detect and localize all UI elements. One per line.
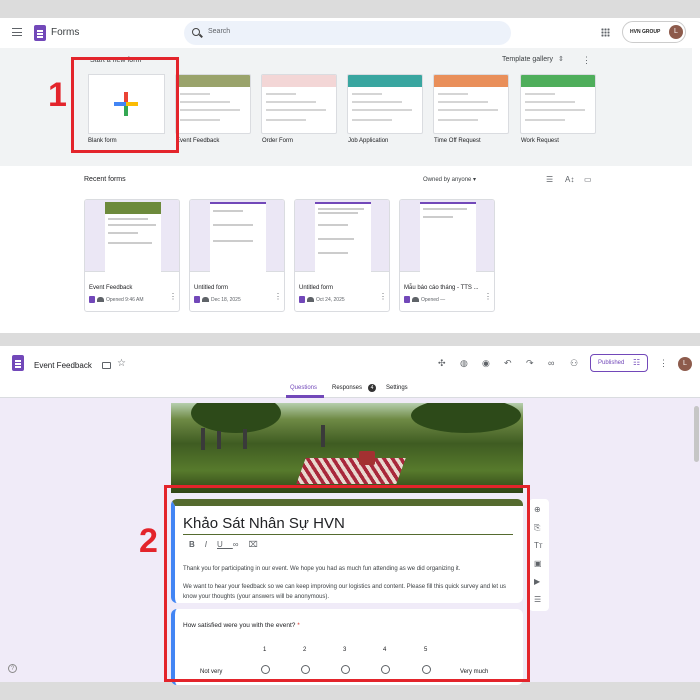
- search-placeholder: Search: [208, 28, 231, 35]
- publish-label: Published: [598, 360, 625, 366]
- add-section-icon[interactable]: ☰: [534, 595, 541, 604]
- import-questions-icon[interactable]: ⎘: [534, 523, 540, 533]
- shared-icon: [202, 297, 209, 302]
- more-vert-icon[interactable]: ⋮: [169, 292, 177, 301]
- document-title[interactable]: Event Feedback: [34, 361, 92, 370]
- app-title: Forms: [51, 27, 80, 38]
- shared-icon: [412, 297, 419, 302]
- header-image: [171, 403, 523, 493]
- app-header: Forms Search HVN GROUP L: [0, 18, 700, 48]
- star-icon[interactable]: ☆: [117, 358, 126, 369]
- template-time-off-request[interactable]: [433, 74, 509, 134]
- template-gallery-button[interactable]: Template gallery: [502, 56, 553, 63]
- template-order-form[interactable]: [261, 74, 337, 134]
- recent-form-meta: Dec 18, 2025: [194, 296, 241, 303]
- addon-puzzle-icon[interactable]: ✣: [438, 358, 446, 369]
- template-label: Work Request: [521, 138, 559, 144]
- main-menu-icon[interactable]: [12, 28, 22, 36]
- add-question-icon[interactable]: ⊕: [534, 505, 541, 514]
- highlight-box-form-editor: [164, 485, 530, 682]
- step-number-2: 2: [139, 522, 158, 560]
- responses-count-badge: 4: [368, 384, 376, 392]
- template-work-request[interactable]: [520, 74, 596, 134]
- recent-form-card[interactable]: Untitled form Oct 24, 2025 ⋮: [294, 199, 390, 312]
- expand-icon[interactable]: ⇕: [558, 55, 564, 63]
- publish-options-icon: ☷: [633, 358, 641, 367]
- search-input[interactable]: Search: [184, 21, 511, 45]
- recent-form-title: Untitled form: [299, 285, 334, 291]
- more-vert-icon[interactable]: ⋮: [274, 292, 282, 301]
- forms-logo-icon: [299, 296, 305, 303]
- recent-form-meta: Oct 24, 2025: [299, 296, 345, 303]
- apps-grid-icon[interactable]: [601, 28, 610, 37]
- avatar: L: [669, 25, 683, 39]
- highlight-box-blank-form: [71, 57, 179, 153]
- recent-form-card[interactable]: Event Feedback Opened 9:46 AM ⋮: [84, 199, 180, 312]
- add-image-icon[interactable]: ▣: [534, 559, 542, 568]
- link-icon[interactable]: ∞: [548, 358, 554, 368]
- forms-logo-icon: [404, 296, 410, 303]
- palette-icon[interactable]: ◍: [460, 358, 468, 369]
- active-tab-indicator: [286, 395, 324, 398]
- redo-icon[interactable]: ↷: [526, 358, 534, 369]
- account-switcher[interactable]: HVN GROUP L: [622, 21, 686, 43]
- forms-logo-icon: [194, 296, 200, 303]
- forms-logo-icon: [89, 296, 95, 303]
- preview-eye-icon[interactable]: ◉: [482, 358, 490, 369]
- forms-logo-icon: [34, 25, 46, 41]
- forms-logo-icon[interactable]: [12, 355, 24, 371]
- recent-form-meta: Opened —: [404, 296, 445, 303]
- org-logo-text: HVN GROUP: [630, 29, 661, 35]
- tab-responses[interactable]: Responses: [332, 385, 362, 391]
- more-vert-icon[interactable]: ⋮: [659, 358, 668, 369]
- template-label: Order Form: [262, 138, 294, 144]
- search-icon: [192, 28, 200, 36]
- template-job-application[interactable]: [347, 74, 423, 134]
- more-vert-icon[interactable]: ⋮: [484, 292, 492, 301]
- question-toolbar: ⊕ ⎘ Tт ▣ ▶ ☰: [529, 499, 549, 611]
- owner-filter-label: Owned by anyone: [423, 177, 472, 183]
- publish-button[interactable]: Published ☷: [590, 354, 648, 372]
- avatar[interactable]: L: [678, 357, 692, 371]
- recent-forms-heading: Recent forms: [84, 176, 126, 183]
- recent-form-card[interactable]: Untitled form Dec 18, 2025 ⋮: [189, 199, 285, 312]
- list-view-icon[interactable]: ☰: [546, 175, 553, 184]
- owner-filter-dropdown[interactable]: Owned by anyone ▾: [423, 176, 476, 183]
- recent-form-card[interactable]: Mẫu báo cáo tháng - TTS ... Opened — ⋮: [399, 199, 495, 312]
- tab-questions[interactable]: Questions: [290, 385, 317, 391]
- scrollbar[interactable]: [694, 406, 699, 462]
- shared-icon: [307, 297, 314, 302]
- step-number-1: 1: [48, 76, 67, 114]
- add-title-icon[interactable]: Tт: [534, 541, 543, 550]
- recent-form-title: Event Feedback: [89, 285, 133, 291]
- recent-form-meta: Opened 9:46 AM: [89, 296, 144, 303]
- shared-icon: [97, 297, 104, 302]
- folder-icon[interactable]: ▭: [584, 175, 592, 184]
- recent-form-title: Mẫu báo cáo tháng - TTS ...: [404, 285, 479, 291]
- tab-settings[interactable]: Settings: [386, 385, 408, 391]
- template-label: Time Off Request: [434, 138, 481, 144]
- template-label: Job Application: [348, 138, 389, 144]
- undo-icon[interactable]: ↶: [504, 358, 512, 369]
- add-video-icon[interactable]: ▶: [534, 577, 540, 586]
- help-icon[interactable]: ?: [8, 664, 17, 673]
- add-collaborator-icon[interactable]: ⚇: [570, 358, 578, 369]
- more-vert-icon[interactable]: ⋮: [379, 292, 387, 301]
- recent-form-title: Untitled form: [194, 285, 229, 291]
- template-event-feedback[interactable]: [175, 74, 251, 134]
- sort-az-icon[interactable]: A↕: [565, 175, 574, 184]
- editor-header: Event Feedback ☆ ✣ ◍ ◉ ↶ ↷ ∞ ⚇ Published…: [0, 346, 700, 398]
- more-vert-icon[interactable]: ⋮: [582, 55, 591, 66]
- folder-icon[interactable]: [102, 362, 111, 369]
- template-label: Event Feedback: [176, 138, 220, 144]
